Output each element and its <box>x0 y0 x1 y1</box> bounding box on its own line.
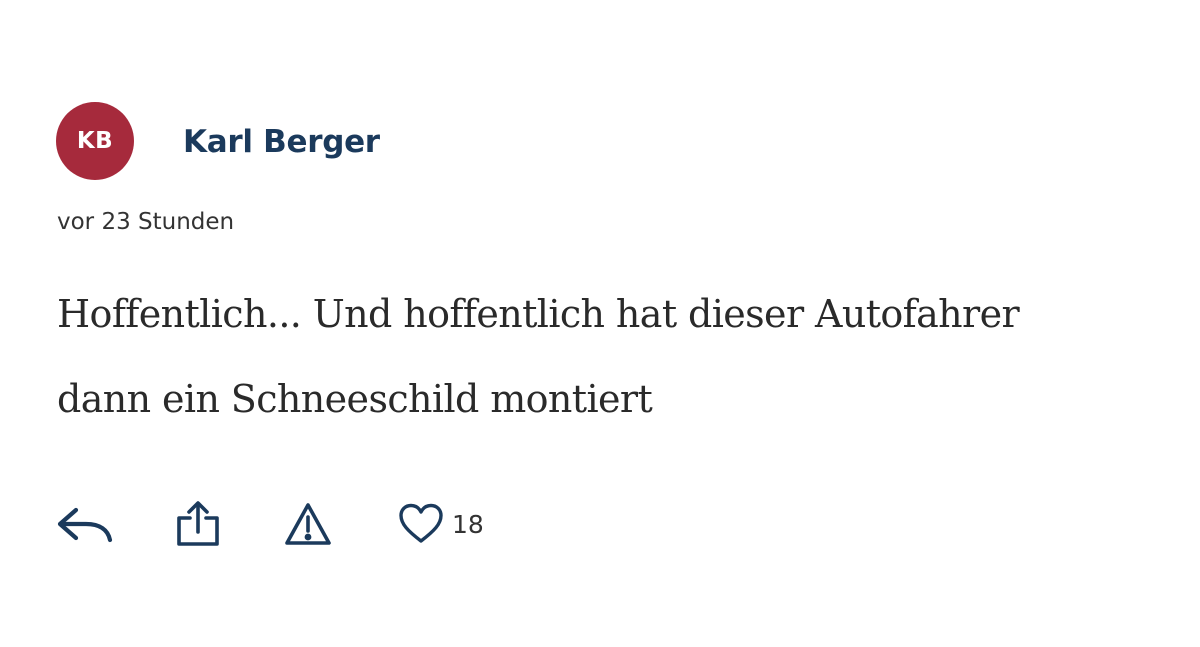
comment-body-line-1: Hoffentlich... Und hoffentlich hat diese… <box>57 292 1020 336</box>
reply-button[interactable] <box>56 498 114 550</box>
report-button[interactable] <box>283 498 333 550</box>
author-name[interactable]: Karl Berger <box>183 120 380 164</box>
comment-body: Hoffentlich... Und hoffentlich hat diese… <box>57 272 1167 442</box>
share-icon <box>175 500 221 548</box>
comment-card: KB Karl Berger vor 23 Stunden Hoffentlic… <box>0 0 1200 647</box>
like-button[interactable]: 18 <box>398 498 484 550</box>
avatar: KB <box>56 102 134 180</box>
comment-actions: 18 <box>0 498 600 550</box>
comment-body-line-2: dann ein Schneeschild montiert <box>57 377 653 421</box>
share-button[interactable] <box>175 498 221 550</box>
warning-icon <box>283 501 333 547</box>
reply-icon <box>56 502 114 546</box>
like-count: 18 <box>452 509 484 539</box>
heart-icon <box>398 503 444 545</box>
avatar-initials: KB <box>76 128 114 154</box>
comment-timestamp: vor 23 Stunden <box>57 209 235 235</box>
